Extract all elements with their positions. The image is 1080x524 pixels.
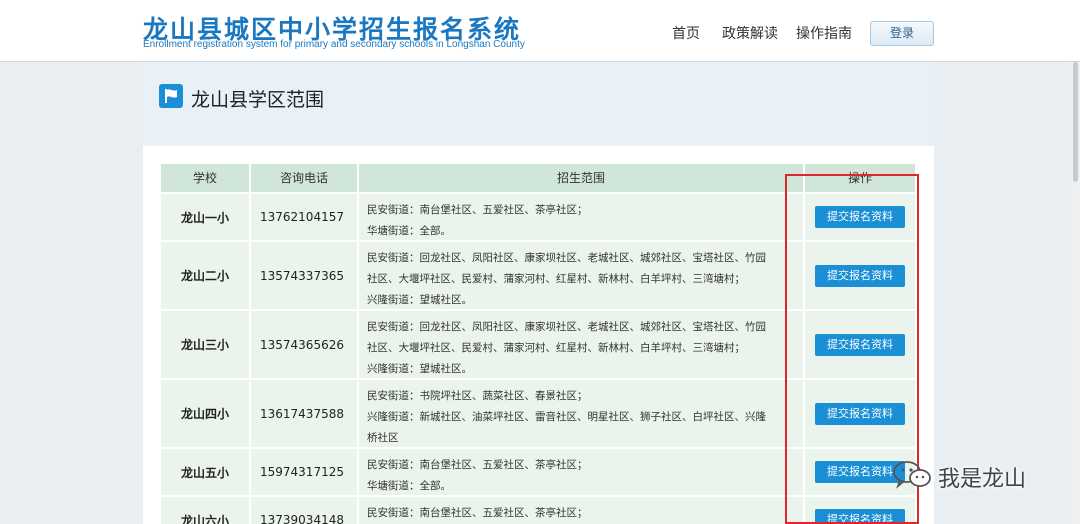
top-bar: 龙山县城区中小学招生报名系统 Enrollment registration s…	[0, 0, 1080, 62]
table-row: 龙山四小 13617437588 民安街道：书院坪社区、蔬菜社区、春景社区； 兴…	[161, 380, 915, 447]
col-header-phone: 咨询电话	[251, 164, 357, 192]
scrollbar-thumb[interactable]	[1073, 62, 1078, 182]
range-line: 华塘街道：全部。	[367, 480, 451, 492]
phone-number: 13617437588	[249, 380, 357, 447]
enrollment-range: 民安街道：回龙社区、凤阳社区、康家坝社区、老城社区、城郊社区、宝塔社区、竹园 社…	[357, 311, 803, 378]
range-line: 兴隆街道：望城社区。	[367, 363, 472, 375]
range-line: 桥社区	[367, 432, 399, 444]
range-line: 民安街道：回龙社区、凤阳社区、康家坝社区、老城社区、城郊社区、宝塔社区、竹园	[367, 252, 766, 264]
range-line: 民安街道：书院坪社区、蔬菜社区、春景社区；	[367, 390, 588, 402]
table-row: 龙山三小 13574365626 民安街道：回龙社区、凤阳社区、康家坝社区、老城…	[161, 311, 915, 378]
school-name: 龙山一小	[180, 210, 229, 225]
school-name: 龙山六小	[180, 513, 229, 524]
nav-home-link[interactable]: 首页	[672, 23, 700, 43]
action-cell: 提交报名资料	[803, 497, 915, 524]
nav-guide-link[interactable]: 操作指南	[796, 23, 852, 43]
phone-number: 15974317125	[249, 449, 357, 495]
nav-policy-link[interactable]: 政策解读	[722, 23, 778, 43]
phone-number: 13574337365	[249, 242, 357, 309]
col-header-range: 招生范围	[359, 164, 803, 192]
table-row: 龙山一小 13762104157 民安街道：南台堡社区、五爱社区、茶亭社区； 华…	[161, 194, 915, 240]
school-name: 龙山四小	[180, 407, 229, 421]
login-button[interactable]: 登录	[870, 21, 934, 46]
enrollment-range: 民安街道：南台堡社区、五爱社区、茶亭社区； 华塘街道：全部。	[357, 449, 803, 495]
action-cell: 提交报名资料	[803, 311, 915, 378]
range-line: 民安街道：南台堡社区、五爱社区、茶亭社区；	[367, 459, 588, 471]
submit-application-button[interactable]: 提交报名资料	[815, 509, 905, 524]
range-line: 社区、大堰坪社区、民爱村、蒲家河村、红星村、新林村、白羊坪村、三湾塘村；	[367, 342, 745, 354]
flag-icon	[159, 84, 183, 108]
school-name: 龙山二小	[180, 269, 229, 283]
col-header-school: 学校	[161, 164, 249, 192]
table-row: 龙山六小 13739034148 民安街道：南台堡社区、五爱社区、茶亭社区； 提…	[161, 497, 915, 524]
phone-number: 13574365626	[249, 311, 357, 378]
range-line: 社区、大堰坪社区、民爱村、蒲家河村、红星村、新林村、白羊坪村、三湾塘村；	[367, 273, 745, 285]
watermark-text: 我是龙山	[938, 467, 1027, 492]
range-line: 华塘街道：全部。	[367, 225, 451, 237]
school-name: 龙山三小	[180, 338, 229, 352]
col-header-action: 操作	[805, 164, 915, 192]
action-cell: 提交报名资料	[803, 194, 915, 240]
table-row: 龙山五小 15974317125 民安街道：南台堡社区、五爱社区、茶亭社区； 华…	[161, 449, 915, 495]
enrollment-range: 民安街道：书院坪社区、蔬菜社区、春景社区； 兴隆街道：新城社区、油菜坪社区、雷音…	[357, 380, 803, 447]
action-cell: 提交报名资料	[803, 242, 915, 309]
submit-application-button[interactable]: 提交报名资料	[815, 264, 905, 287]
action-cell: 提交报名资料	[803, 380, 915, 447]
table-row: 龙山二小 13574337365 民安街道：回龙社区、凤阳社区、康家坝社区、老城…	[161, 242, 915, 309]
range-line: 兴隆街道：新城社区、油菜坪社区、雷音社区、明星社区、狮子社区、白坪社区、兴隆	[367, 411, 766, 423]
school-name: 龙山五小	[180, 465, 229, 480]
submit-application-button[interactable]: 提交报名资料	[815, 333, 905, 356]
range-line: 民安街道：南台堡社区、五爱社区、茶亭社区；	[367, 204, 588, 216]
submit-application-button[interactable]: 提交报名资料	[815, 206, 905, 228]
wechat-icon	[892, 459, 932, 495]
phone-number: 13739034148	[249, 497, 357, 524]
enrollment-range: 民安街道：回龙社区、凤阳社区、康家坝社区、老城社区、城郊社区、宝塔社区、竹园 社…	[357, 242, 803, 309]
submit-application-button[interactable]: 提交报名资料	[815, 402, 905, 425]
range-line: 民安街道：南台堡社区、五爱社区、茶亭社区；	[367, 507, 588, 519]
range-line: 民安街道：回龙社区、凤阳社区、康家坝社区、老城社区、城郊社区、宝塔社区、竹园	[367, 321, 766, 333]
phone-number: 13762104157	[249, 194, 357, 240]
enrollment-range: 民安街道：南台堡社区、五爱社区、茶亭社区； 华塘街道：全部。	[357, 194, 803, 240]
enrollment-range: 民安街道：南台堡社区、五爱社区、茶亭社区；	[357, 497, 803, 524]
range-line: 兴隆街道：望城社区。	[367, 294, 472, 306]
site-subtitle: Enrollment registration system for prima…	[143, 39, 525, 50]
page-title: 龙山县学区范围	[191, 89, 325, 111]
panel-header: 龙山县学区范围	[143, 62, 934, 146]
